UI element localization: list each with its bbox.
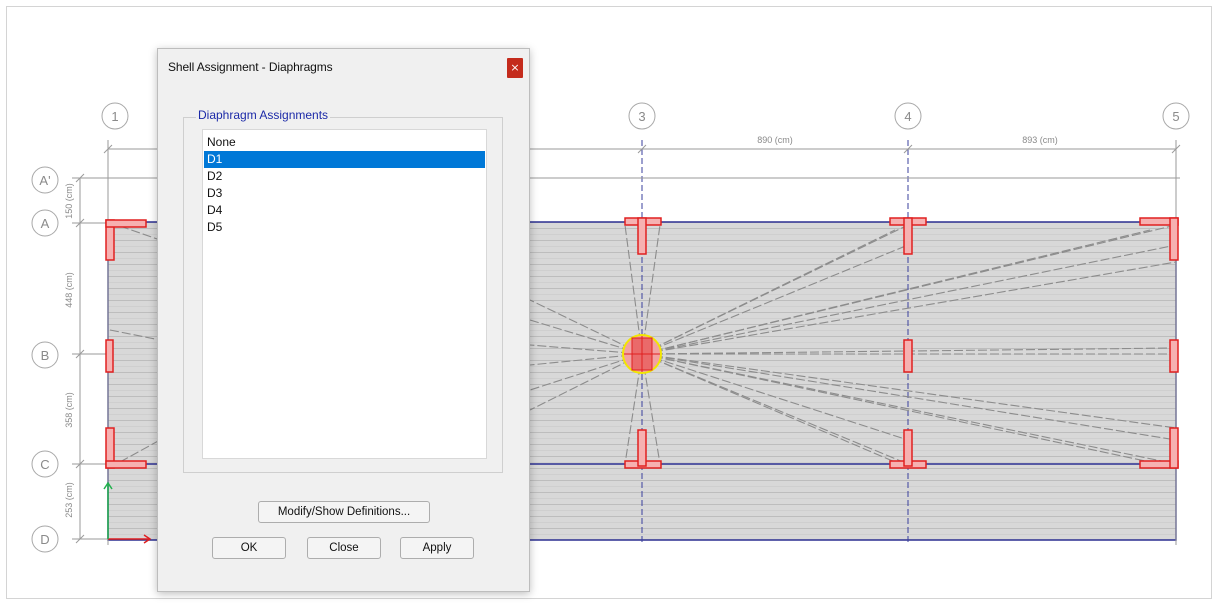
grid-bubble-b[interactable]: B xyxy=(31,341,59,369)
left-dimension-line xyxy=(75,173,85,544)
list-item-d3[interactable]: D3 xyxy=(204,185,485,202)
dialog-title: Shell Assignment - Diaphragms xyxy=(168,60,333,74)
grid-bubble-label-1: 1 xyxy=(111,109,118,124)
list-item-d4[interactable]: D4 xyxy=(204,202,485,219)
grid-bubble-c[interactable]: C xyxy=(31,450,59,478)
group-label: Diaphragm Assignments xyxy=(196,108,331,122)
modify-show-definitions-button[interactable]: Modify/Show Definitions... xyxy=(258,501,430,523)
grid-bubble-label-5: 5 xyxy=(1172,109,1179,124)
grid-bubble-label-a-prime: A' xyxy=(39,173,50,188)
ok-button[interactable]: OK xyxy=(212,537,286,559)
grid-bubble-1[interactable]: 1 xyxy=(101,102,129,130)
grid-bubble-5[interactable]: 5 xyxy=(1162,102,1190,130)
list-item-d1[interactable]: D1 xyxy=(204,151,485,168)
grid-bubble-d[interactable]: D xyxy=(31,525,59,553)
grid-bubble-label-b: B xyxy=(41,348,50,363)
y-dimension-label-4: 253 (cm) xyxy=(64,482,74,518)
grid-bubble-label-d: D xyxy=(40,532,49,547)
grid-bubble-a[interactable]: A xyxy=(31,209,59,237)
grid-bubble-4[interactable]: 4 xyxy=(894,102,922,130)
close-icon[interactable]: × xyxy=(507,58,523,78)
diaphragm-center-marker[interactable] xyxy=(622,334,662,374)
grid-bubble-label-a: A xyxy=(41,216,50,231)
apply-button[interactable]: Apply xyxy=(400,537,474,559)
y-dimension-label-1: 150 (cm) xyxy=(64,183,74,219)
y-dimension-label-2: 448 (cm) xyxy=(64,272,74,308)
x-dimension-label-1: 890 (cm) xyxy=(757,135,793,145)
close-button[interactable]: Close xyxy=(307,537,381,559)
grid-bubble-label-c: C xyxy=(40,457,49,472)
grid-bubble-a-prime[interactable]: A' xyxy=(31,166,59,194)
grid-bubble-label-4: 4 xyxy=(904,109,911,124)
dialog-titlebar[interactable]: Shell Assignment - Diaphragms × xyxy=(158,49,529,89)
y-dimension-label-3: 358 (cm) xyxy=(64,392,74,428)
list-item-d5[interactable]: D5 xyxy=(204,219,485,236)
grid-bubble-3[interactable]: 3 xyxy=(628,102,656,130)
grid-bubble-label-3: 3 xyxy=(638,109,645,124)
x-dimension-label-2: 893 (cm) xyxy=(1022,135,1058,145)
shell-assignment-dialog[interactable]: Shell Assignment - Diaphragms × Diaphrag… xyxy=(157,48,530,592)
diaphragm-listbox[interactable]: None D1 D2 D3 D4 D5 xyxy=(202,129,487,459)
list-item-none[interactable]: None xyxy=(204,134,485,151)
list-item-d2[interactable]: D2 xyxy=(204,168,485,185)
